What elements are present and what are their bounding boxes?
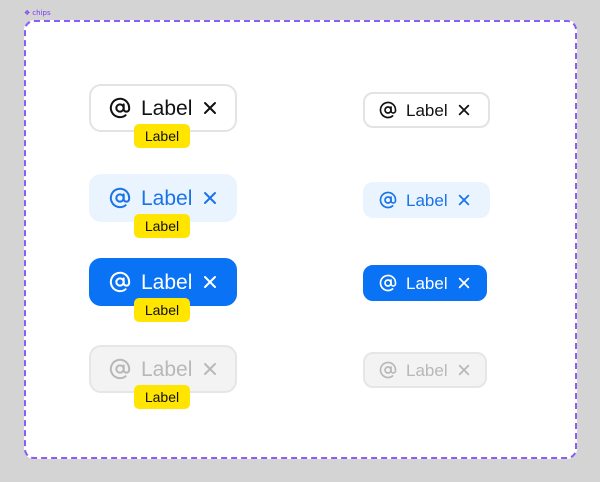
chip-disabled-small: Label [363,352,487,388]
at-sign-icon [109,358,131,380]
label-badge: Label [134,298,190,322]
frame-label: ❖ chips [24,9,51,17]
chip-label: Label [141,270,193,294]
close-icon[interactable] [202,100,218,116]
chip-label: Label [141,357,193,381]
at-sign-icon [109,187,131,209]
chip-filled-small[interactable]: Label [363,265,487,301]
chip-label: Label [406,190,448,210]
label-badge: Label [134,124,190,148]
at-sign-icon [379,274,397,292]
close-icon[interactable] [457,193,471,207]
at-sign-icon [109,97,131,119]
chip-default-small[interactable]: Label [363,92,490,128]
close-icon [457,363,471,377]
chip-label: Label [406,360,448,380]
label-badge: Label [134,385,190,409]
at-sign-icon [379,191,397,209]
close-icon[interactable] [457,103,471,117]
frame-name: chips [32,9,51,17]
chip-label: Label [406,273,448,293]
close-icon[interactable] [202,190,218,206]
close-icon [202,361,218,377]
at-sign-icon [379,101,397,119]
close-icon[interactable] [202,274,218,290]
close-icon[interactable] [457,276,471,290]
chip-tinted-small[interactable]: Label [363,182,490,218]
chip-label: Label [141,186,193,210]
label-badge: Label [134,214,190,238]
chip-label: Label [141,96,193,120]
at-sign-icon [379,361,397,379]
at-sign-icon [109,271,131,293]
component-icon: ❖ [24,8,31,17]
chip-label: Label [406,100,448,120]
